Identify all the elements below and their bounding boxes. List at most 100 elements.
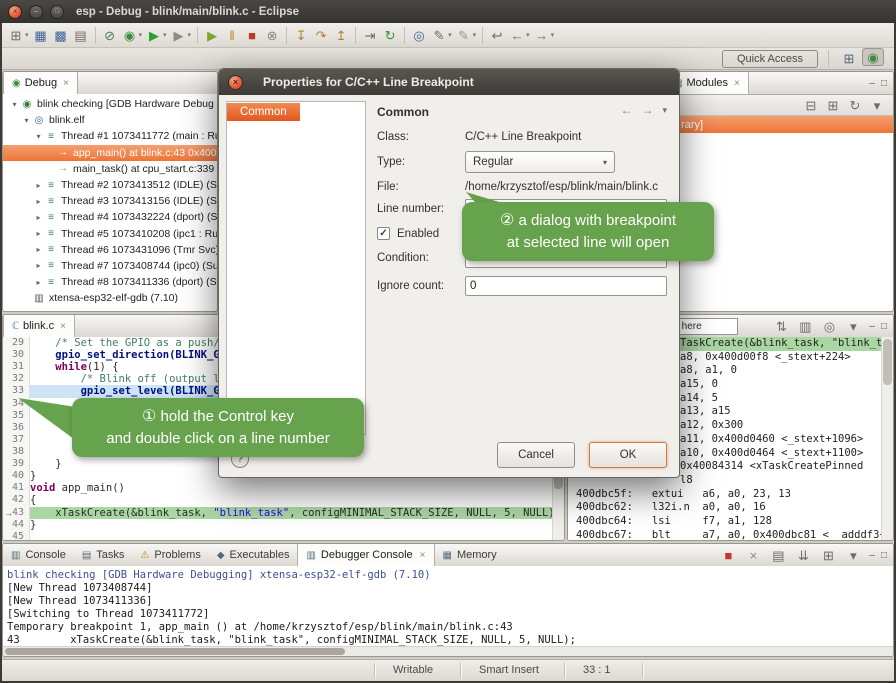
suspend-icon[interactable]: ‖ (222, 25, 242, 46)
tab-tasks[interactable]: ▤Tasks (74, 544, 133, 566)
debug-tree-item[interactable]: ▾◉blink checking [GDB Hardware Debug (3, 96, 217, 112)
debug-tree-item[interactable]: ▸≡Thread #5 1073410208 (ipc1 : Runni (3, 226, 217, 242)
close-icon[interactable]: × (63, 78, 69, 89)
previous-annotation-icon[interactable]: ✎▾ (454, 25, 479, 46)
line-number[interactable]: 32 (3, 373, 30, 385)
last-edit-location-icon[interactable]: ↩ (487, 25, 507, 46)
run-icon[interactable]: ▶▾ (144, 25, 169, 46)
tree-expander-icon[interactable]: ▸ (33, 181, 44, 190)
code-line[interactable]: 45 (3, 531, 553, 540)
debug-tree-item[interactable]: ▸≡Thread #6 1073431096 (Tmr Svc) (S (3, 242, 217, 258)
tree-expander-icon[interactable]: ▸ (33, 261, 44, 270)
tree-expander-icon[interactable]: ▾ (33, 132, 44, 141)
step-into-icon[interactable]: ↧ (291, 25, 311, 46)
debug-tree-item[interactable]: ▸≡Thread #8 1073411336 (dport) (Sus (3, 274, 217, 290)
line-number[interactable]: 41 (3, 482, 30, 494)
tree-expander-icon[interactable]: ▸ (33, 197, 44, 206)
disassembly-scrollbar[interactable] (881, 337, 893, 540)
instruction-stepping-icon[interactable]: ⇥ (360, 25, 380, 46)
line-number[interactable]: 31 (3, 361, 30, 373)
restart-icon[interactable]: ↻ (380, 25, 400, 46)
ignore-count-input[interactable] (465, 276, 667, 296)
quick-access-button[interactable]: Quick Access (722, 50, 818, 68)
close-icon[interactable]: × (734, 78, 740, 89)
tree-expander-icon[interactable]: ▸ (33, 278, 44, 287)
tab-problems[interactable]: ⚠Problems (132, 544, 208, 566)
view-menu-icon[interactable]: ▾ (843, 316, 863, 337)
code-line[interactable]: →43 xTaskCreate(&blink_task, "blink_task… (3, 507, 553, 519)
collapse-all-icon[interactable]: ⊟ (801, 95, 821, 116)
nav-item-common[interactable]: Common (227, 103, 300, 121)
window-close-icon[interactable]: × (8, 5, 22, 19)
track-expression-icon[interactable]: ◎ (819, 316, 839, 337)
window-minimize-icon[interactable]: ‒ (29, 5, 43, 19)
back-icon[interactable]: ← (620, 103, 632, 117)
debug-tree-item[interactable]: ▸≡Thread #2 1073413512 (IDLE) (Susp (3, 177, 217, 193)
line-number[interactable]: 42 (3, 494, 30, 506)
minimize-icon[interactable]: ‒ (869, 550, 875, 561)
line-number[interactable]: 45 (3, 531, 30, 540)
close-icon[interactable]: × (60, 321, 66, 332)
step-over-icon[interactable]: ↷ (311, 25, 331, 46)
debug-tree-item[interactable]: →app_main() at blink.c:43 0x400db (3, 145, 217, 161)
show-source-icon[interactable]: ▥ (795, 316, 815, 337)
terminate-icon[interactable]: ■ (242, 25, 262, 46)
minimize-icon[interactable]: ‒ (869, 321, 875, 332)
tab-memory[interactable]: ▦Memory (435, 544, 505, 566)
code-line[interactable]: 41void app_main() (3, 482, 553, 494)
ok-button[interactable]: OK (589, 442, 667, 468)
debug-perspective-icon[interactable]: ◉ (862, 48, 884, 66)
close-icon[interactable]: × (420, 550, 426, 561)
clear-console-icon[interactable]: ▤ (768, 545, 788, 566)
maximize-icon[interactable]: □ (881, 321, 887, 332)
scroll-lock-icon[interactable]: ⇊ (793, 545, 813, 566)
next-annotation-icon[interactable]: ✎▾ (429, 25, 454, 46)
resume-icon[interactable]: ▶ (202, 25, 222, 46)
debug-tree-item[interactable]: ▸≡Thread #4 1073432224 (dport) (Sus (3, 209, 217, 225)
debug-tree-item[interactable]: ▸≡Thread #3 1073413156 (IDLE) (Susp (3, 193, 217, 209)
tab-debug[interactable]: ◉ Debug × (3, 72, 78, 94)
debug-icon[interactable]: ◉▾ (120, 25, 145, 46)
window-maximize-icon[interactable]: □ (50, 5, 64, 19)
debug-tree-item[interactable]: ▥xtensa-esp32-elf-gdb (7.10) (3, 290, 217, 306)
open-perspective-icon[interactable]: ⊞ (839, 48, 859, 69)
forward-icon[interactable]: → (641, 103, 653, 117)
tree-expander-icon[interactable]: ▸ (33, 213, 44, 222)
code-line[interactable]: 42{ (3, 494, 553, 506)
console-output-area[interactable]: blink checking [GDB Hardware Debugging] … (3, 566, 893, 656)
tab-executables[interactable]: ◆Executables (209, 544, 298, 566)
save-icon[interactable]: ▦ (31, 25, 51, 46)
open-console-icon[interactable]: ▾ (843, 545, 863, 566)
print-icon[interactable]: ▤ (71, 25, 91, 46)
step-return-icon[interactable]: ↥ (331, 25, 351, 46)
cancel-button[interactable]: Cancel (497, 442, 575, 468)
console-hscrollbar[interactable] (3, 646, 893, 656)
save-all-icon[interactable]: ▩ (51, 25, 71, 46)
maximize-icon[interactable]: □ (881, 78, 887, 89)
terminate-icon[interactable]: ■ (718, 545, 738, 566)
skip-all-breakpoints-icon[interactable]: ⊘ (100, 25, 120, 46)
new-wizard-icon[interactable]: ⊞▾ (6, 25, 31, 46)
view-menu-icon[interactable]: ▾ (662, 105, 667, 116)
forward-icon[interactable]: →▾ (532, 25, 557, 46)
scrollbar-thumb[interactable] (883, 339, 892, 385)
remove-launch-icon[interactable]: × (743, 545, 763, 566)
tab-blink-c[interactable]: ℂ blink.c × (3, 315, 75, 337)
tree-expander-icon[interactable]: ▾ (9, 100, 20, 109)
view-menu-icon[interactable]: ▾ (867, 95, 887, 116)
line-number[interactable]: 30 (3, 349, 30, 361)
debug-tree-item[interactable]: ▾◎blink.elf (3, 112, 217, 128)
debug-tree-item[interactable]: ▸≡Thread #7 1073408744 (ipc0) (Susp (3, 258, 217, 274)
scrollbar-thumb[interactable] (5, 648, 345, 655)
debug-tree-item[interactable]: ▾≡Thread #1 1073411772 (main : Runn (3, 128, 217, 144)
back-icon[interactable]: ←▾ (507, 25, 532, 46)
dialog-close-icon[interactable]: × (228, 75, 243, 90)
tree-expander-icon[interactable]: ▸ (33, 229, 44, 238)
maximize-icon[interactable]: □ (881, 550, 887, 561)
code-line[interactable]: 44} (3, 519, 553, 531)
line-number[interactable]: 29 (3, 337, 30, 349)
line-number[interactable]: 39 (3, 458, 30, 470)
expand-all-icon[interactable]: ⊞ (823, 95, 843, 116)
tree-expander-icon[interactable]: ▾ (21, 116, 32, 125)
debug-tree-item[interactable]: →main_task() at cpu_start.c:339 0x4 (3, 161, 217, 177)
